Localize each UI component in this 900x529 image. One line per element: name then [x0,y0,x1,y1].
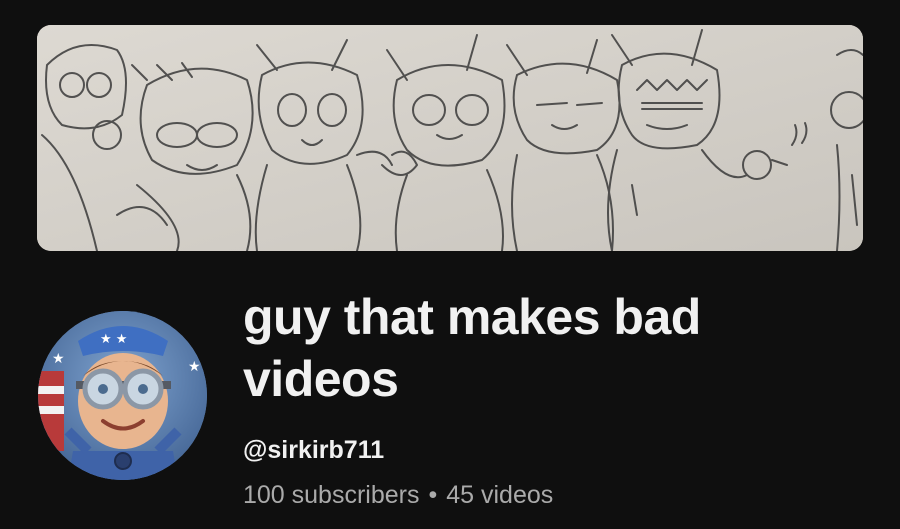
channel-banner [37,25,863,251]
svg-text:★ ★: ★ ★ [100,332,127,347]
channel-avatar[interactable]: ★ ★ ★ ★ [38,311,207,480]
stats-separator: • [428,481,438,509]
channel-name: guy that makes bad videos [243,289,701,407]
banner-sketch-image [37,25,863,251]
svg-text:★: ★ [52,351,65,367]
svg-text:★: ★ [188,359,201,375]
channel-handle: @sirkirb711 [243,436,385,464]
video-count: 45 videos [446,481,554,509]
avatar-icon: ★ ★ ★ ★ [38,311,207,480]
channel-stats: 100 subscribers • 45 videos [243,479,553,511]
subscriber-count: 100 subscribers [243,481,420,509]
